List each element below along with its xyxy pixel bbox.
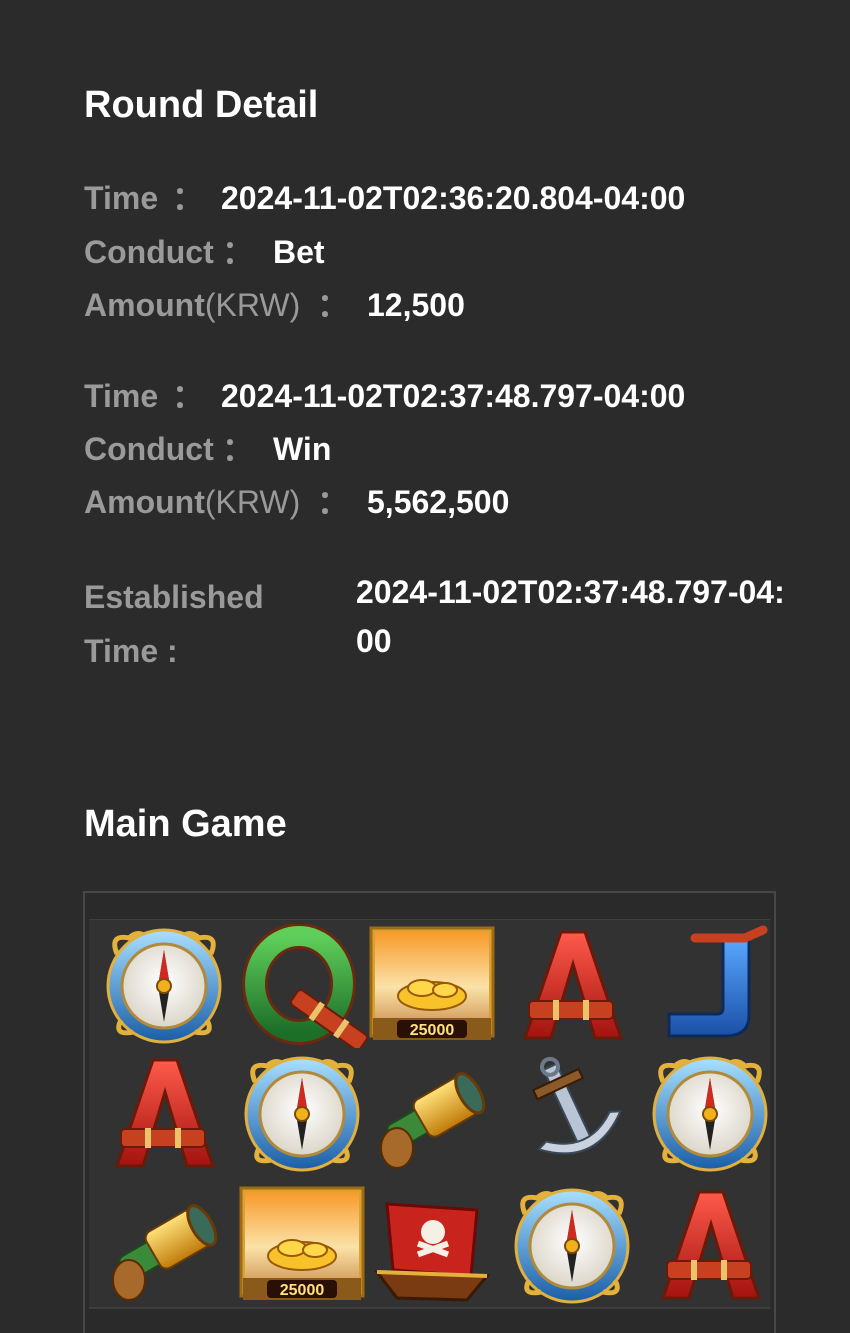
- slot-board: 25000 25000: [83, 891, 776, 1333]
- conduct-label: Conduct: [84, 431, 214, 467]
- spyglass-symbol-icon: [99, 1184, 229, 1308]
- entry-2-conduct-row: Conduct ： Win: [84, 429, 784, 469]
- letter-a-symbol-icon: [645, 1184, 775, 1308]
- amount-label: Amount(KRW): [84, 287, 301, 323]
- letter-q-symbol-icon: [237, 924, 367, 1048]
- entry-1-time-row: Time ： 2024-11-02T02:36:20.804-04:00: [84, 178, 784, 218]
- amount-unit: (KRW): [204, 287, 301, 323]
- gold-25000-symbol-icon: 25000: [237, 1184, 367, 1308]
- amount-value: 5,562,500: [367, 484, 510, 520]
- established-time-value: 2024-11-02T02:37:48.797-04:00: [356, 574, 785, 659]
- compass-symbol-icon: [99, 924, 229, 1048]
- colon: ：: [317, 484, 350, 520]
- gold-25000-symbol-icon: 25000: [367, 924, 497, 1048]
- reel-grid: 25000 25000: [89, 919, 770, 1309]
- amount-value: 12,500: [367, 287, 465, 323]
- svg-text:25000: 25000: [410, 1022, 455, 1039]
- amount-unit: (KRW): [204, 484, 301, 520]
- time-value: 2024-11-02T02:36:20.804-04:00: [221, 180, 686, 216]
- letter-a-symbol-icon: [99, 1052, 229, 1176]
- colon: ：: [172, 180, 205, 216]
- entry-1-amount-row: Amount(KRW) ： 12,500: [84, 285, 784, 325]
- colon: ：: [172, 378, 205, 414]
- time-label: Time: [84, 378, 159, 414]
- time-value: 2024-11-02T02:37:48.797-04:00: [221, 378, 686, 414]
- amount-label: Amount(KRW): [84, 484, 301, 520]
- conduct-value: Win: [273, 431, 332, 467]
- entry-2-time-row: Time ： 2024-11-02T02:37:48.797-04:00: [84, 376, 784, 416]
- anchor-symbol-icon: [507, 1052, 637, 1176]
- letter-a-symbol-icon: [507, 924, 637, 1048]
- letter-j-symbol-icon: [645, 924, 775, 1048]
- entry-1-conduct-row: Conduct ： Bet: [84, 232, 784, 272]
- main-game-title: Main Game: [84, 803, 287, 845]
- compass-symbol-icon: [645, 1052, 775, 1176]
- compass-symbol-icon: [237, 1052, 367, 1176]
- round-detail-title: Round Detail: [84, 84, 319, 126]
- pirate-ship-symbol-icon: [367, 1184, 497, 1308]
- time-label: Time: [84, 180, 159, 216]
- compass-symbol-icon: [507, 1184, 637, 1308]
- entry-2-amount-row: Amount(KRW) ： 5,562,500: [84, 482, 784, 522]
- colon: ：: [222, 431, 255, 467]
- established-time-label: Established Time :: [84, 579, 264, 669]
- colon: ：: [222, 234, 255, 270]
- conduct-label: Conduct: [84, 234, 214, 270]
- spyglass-symbol-icon: [367, 1052, 497, 1176]
- conduct-value: Bet: [273, 234, 325, 270]
- colon: ：: [317, 287, 350, 323]
- svg-text:25000: 25000: [280, 1282, 325, 1299]
